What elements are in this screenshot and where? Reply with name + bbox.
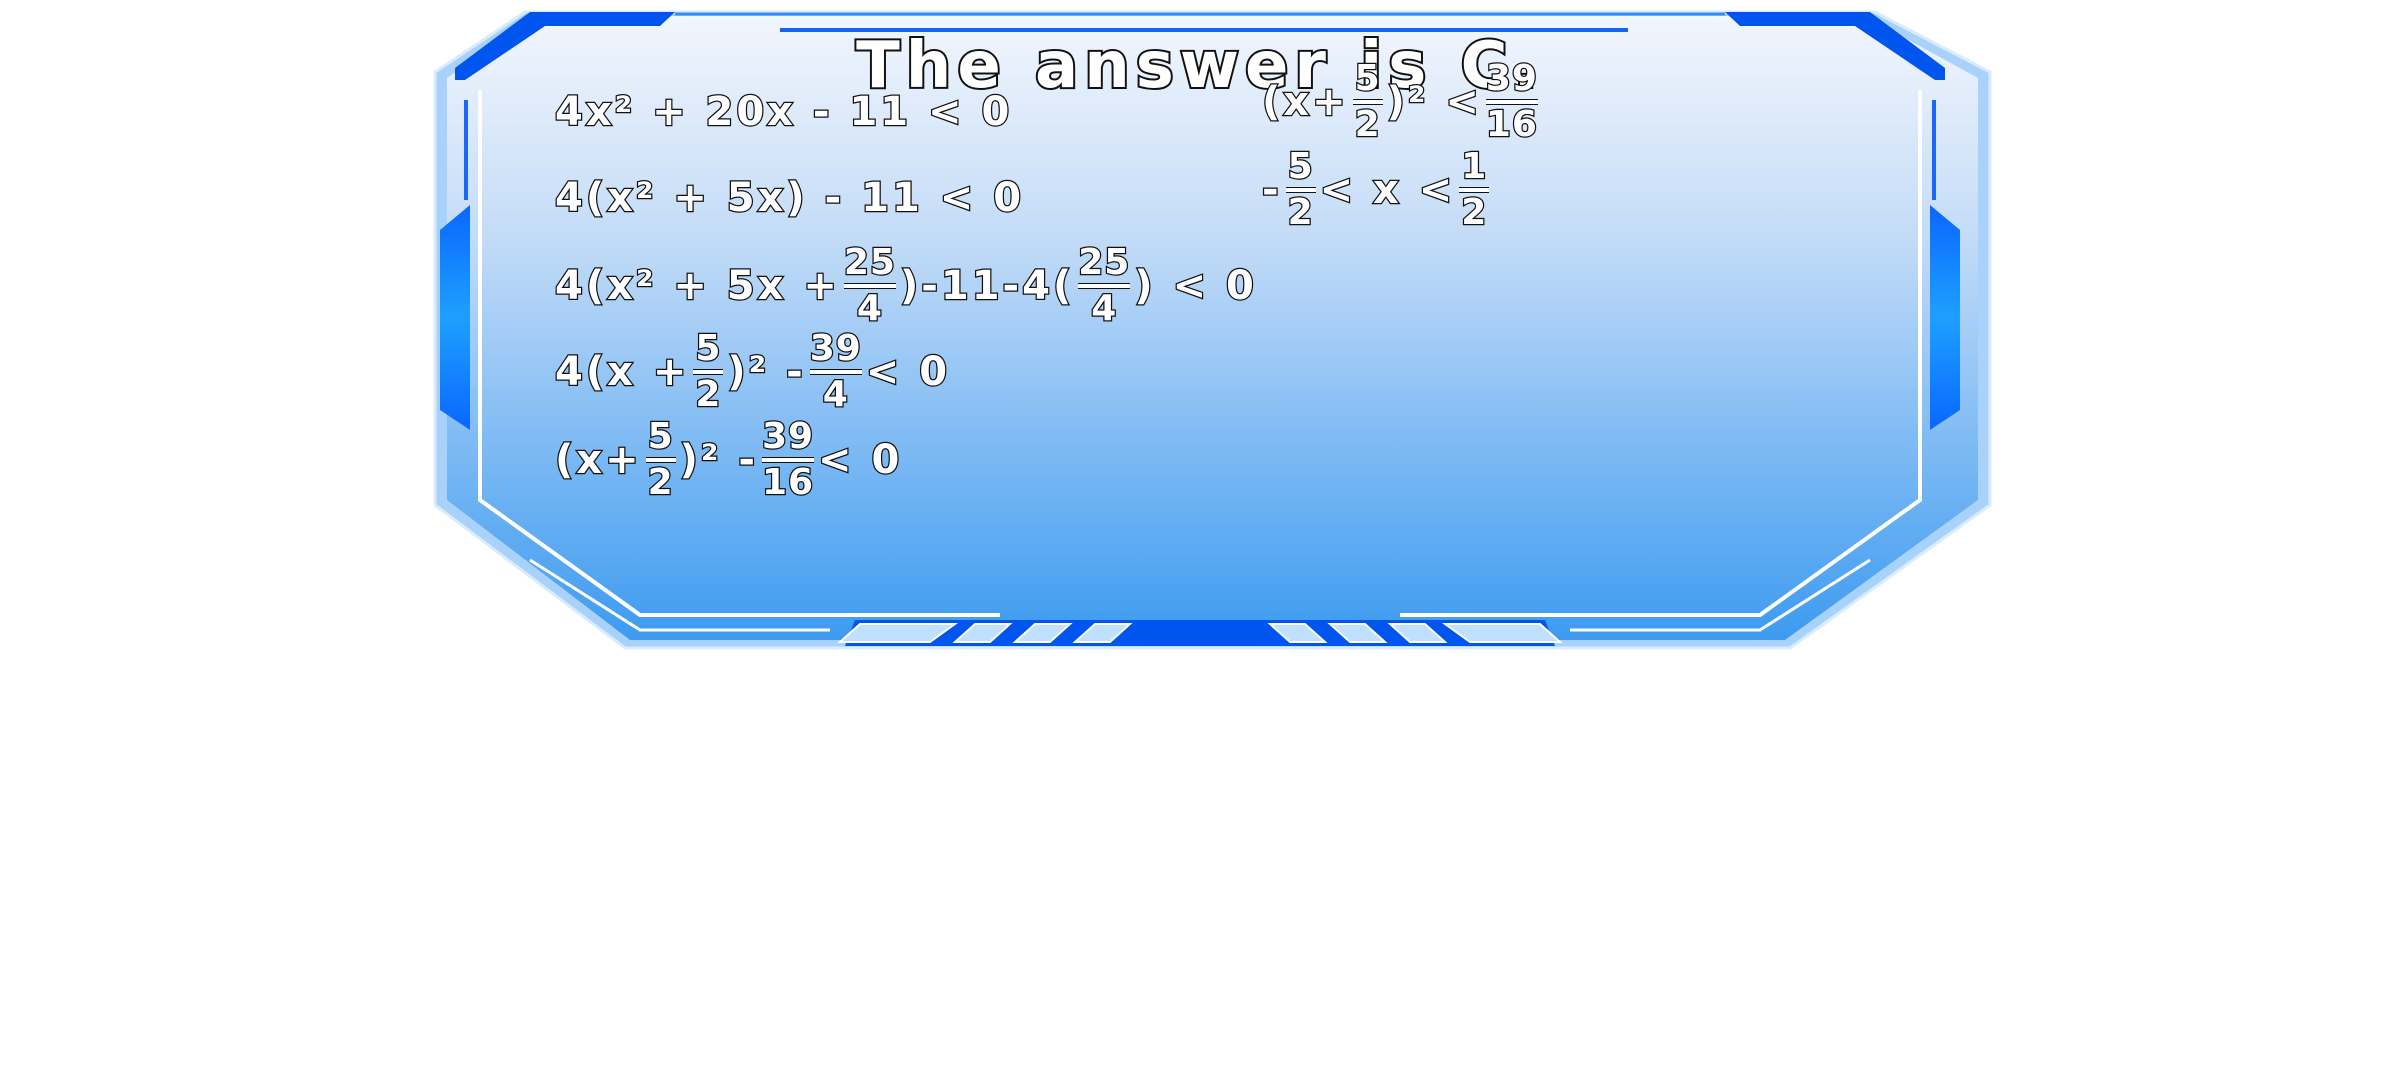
side-accent-right [1930, 205, 1960, 430]
fraction-denominator: 4 [856, 288, 884, 329]
equation-line: 4(x + 52 )² - 39 4 < 0 [554, 328, 951, 415]
fraction: 39 16 [761, 416, 815, 503]
equation-line: 4(x² + 5x) - 11 < 0 [554, 156, 1025, 240]
fraction-numerator: 39 [808, 328, 862, 369]
fraction: 39 4 [808, 328, 862, 415]
equation-text: < 0 [817, 436, 903, 485]
fraction-denominator: 2 [1353, 104, 1381, 145]
equation-text: (x+ [554, 436, 642, 485]
side-accent-left [440, 205, 470, 430]
equation-text: )-11-4( [899, 262, 1075, 311]
equation-text: < 0 [865, 348, 951, 397]
fraction-numerator: 1 [1460, 146, 1488, 187]
fraction-numerator: 5 [694, 328, 722, 369]
equation-text: < x < [1318, 166, 1456, 215]
fraction-numerator: 25 [1077, 242, 1131, 283]
fraction-denominator: 2 [1286, 192, 1314, 233]
fraction: 52 [1352, 58, 1383, 145]
equation-text: 4(x² + 5x + [554, 262, 840, 311]
answer-title: The answer is C. [854, 29, 1544, 103]
fraction-numerator: 39 [1485, 58, 1539, 99]
fraction-numerator: 25 [843, 242, 897, 283]
fraction-numerator: 39 [761, 416, 815, 457]
equation-text: )² < [1385, 78, 1482, 127]
answer-panel-frame [433, 10, 1992, 650]
equation-text: 4x² + 20x - 11 < 0 [554, 88, 1013, 137]
equation-line: - 5 2 < x < 12 [1261, 146, 1493, 233]
fraction-denominator: 4 [821, 374, 849, 415]
fraction: 39 16 [1485, 58, 1539, 145]
equation-line: 4(x² + 5x + 25 4)-11-4(25 4) < 0 [554, 242, 1257, 329]
equation-text: )² - [678, 436, 758, 485]
fraction-numerator: 5 [646, 416, 674, 457]
equation-text: 4(x² + 5x) - 11 < 0 [554, 174, 1025, 223]
fraction: 52 [693, 328, 724, 415]
equation-text: - [1261, 166, 1282, 215]
fraction-denominator: 2 [1460, 192, 1488, 233]
equation-text: (x+ [1261, 78, 1349, 127]
fraction-denominator: 16 [761, 462, 815, 503]
equation-line: (x+ 5 2 )² - 39 16 < 0 [554, 416, 903, 503]
fraction: 52 [645, 416, 676, 503]
equation-text: ) < 0 [1133, 262, 1257, 311]
fraction: 12 [1459, 146, 1490, 233]
game-screen: The answer is C. 4x² + 20x - 11 < 0 4(x² … [0, 0, 2400, 1080]
fraction-numerator: 5 [1286, 146, 1314, 187]
equation-line: 4x² + 20x - 11 < 0 [554, 70, 1013, 154]
fraction: 25 4 [843, 242, 897, 329]
fraction-denominator: 16 [1485, 104, 1539, 145]
equation-text: 4(x + [554, 348, 690, 397]
fraction-numerator: 5 [1353, 58, 1381, 99]
fraction: 25 4 [1077, 242, 1131, 329]
equation-text: )² - [726, 348, 806, 397]
fraction-denominator: 4 [1090, 288, 1118, 329]
fraction-denominator: 2 [646, 462, 674, 503]
fraction: 52 [1285, 146, 1316, 233]
equation-line: (x+ 5 2)² < 39 16 [1261, 58, 1542, 145]
fraction-denominator: 2 [694, 374, 722, 415]
